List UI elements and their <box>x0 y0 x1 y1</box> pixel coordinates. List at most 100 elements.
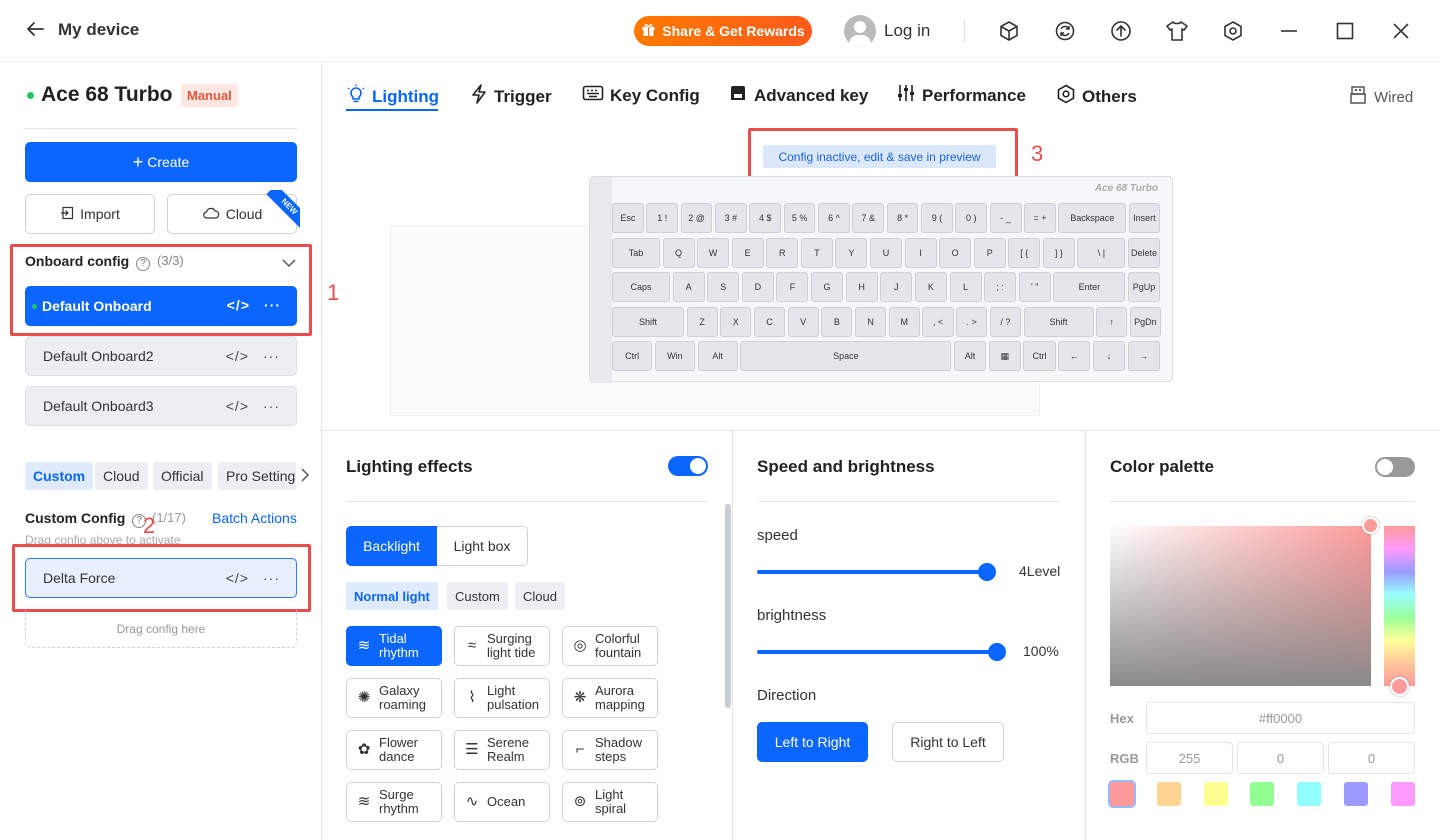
key-shift[interactable]: Shift <box>1023 306 1094 337</box>
key-space[interactable]: Space <box>740 341 952 371</box>
key-d[interactable]: D <box>741 272 774 302</box>
source-cloud[interactable]: Cloud <box>515 582 565 610</box>
color-picker-handle[interactable] <box>1362 517 1379 534</box>
key-f[interactable]: F <box>776 272 809 302</box>
key-shift[interactable]: Shift <box>612 306 684 337</box>
effect-serene-realm[interactable]: ☰ Serene Realm <box>454 730 550 770</box>
key-v[interactable]: V <box>787 306 819 337</box>
tab-custom[interactable]: Custom <box>25 462 94 490</box>
key-win[interactable]: Win <box>654 341 695 371</box>
code-icon[interactable]: </> <box>226 398 249 414</box>
key-enter[interactable]: Enter <box>1053 272 1126 302</box>
tab-cloud[interactable]: Cloud <box>95 462 148 490</box>
key-3-[interactable]: 3 # <box>715 203 747 233</box>
key-a[interactable]: A <box>672 272 705 302</box>
key-t[interactable]: T <box>800 237 833 268</box>
key--[interactable]: = + <box>1024 203 1056 233</box>
direction-left-to-right[interactable]: Left to Right <box>757 722 868 762</box>
key-j[interactable]: J <box>880 272 913 302</box>
key-alt[interactable]: Alt <box>697 341 738 371</box>
key-esc[interactable]: Esc <box>612 203 644 233</box>
back-arrow-icon[interactable] <box>24 18 46 44</box>
key-6-[interactable]: 6 ^ <box>818 203 850 233</box>
key-m[interactable]: M <box>888 306 920 337</box>
color-swatch[interactable] <box>1344 782 1368 806</box>
close-icon[interactable] <box>1388 18 1414 44</box>
effect-light-pulsation[interactable]: ⌇ Light pulsation <box>454 678 550 718</box>
key-e[interactable]: E <box>731 237 764 268</box>
hue-slider[interactable] <box>1384 526 1415 686</box>
more-icon[interactable]: ··· <box>263 398 280 414</box>
key--[interactable]: \ | <box>1077 237 1126 268</box>
onboard-item-2[interactable]: Default Onboard2 </> ··· <box>25 336 297 376</box>
tab-pro-settings[interactable]: Pro Settings <box>218 462 296 490</box>
effect-light-spiral[interactable]: ⊚ Light spiral <box>562 782 658 822</box>
key-tab[interactable]: Tab <box>612 237 660 268</box>
key-r[interactable]: R <box>766 237 799 268</box>
effect-aurora-mapping[interactable]: ❋ Aurora mapping <box>562 678 658 718</box>
code-icon[interactable]: </> <box>226 348 249 364</box>
key--[interactable]: ; : <box>984 272 1017 302</box>
color-swatch[interactable] <box>1156 782 1181 806</box>
source-normal-light[interactable]: Normal light <box>346 582 438 610</box>
rgb-red-input[interactable]: 255 <box>1146 742 1233 774</box>
color-swatch[interactable] <box>1250 782 1275 806</box>
mode-light-box[interactable]: Light box <box>437 526 528 566</box>
drop-zone[interactable]: Drag config here <box>25 610 297 648</box>
key-pgup[interactable]: PgUp <box>1127 272 1160 302</box>
speed-slider-knob[interactable] <box>978 563 997 581</box>
create-button[interactable]: + Create <box>25 142 297 182</box>
onboard-item-3[interactable]: Default Onboard3 </> ··· <box>25 386 297 426</box>
direction-right-to-left[interactable]: Right to Left <box>892 722 1004 762</box>
maximize-icon[interactable] <box>1332 18 1358 44</box>
key-z[interactable]: Z <box>686 306 718 337</box>
tab-key-config[interactable]: Key Config <box>582 84 700 107</box>
key--[interactable]: [ { <box>1008 237 1041 268</box>
avatar[interactable] <box>844 15 876 47</box>
effect-flower-dance[interactable]: ✿ Flower dance <box>346 730 442 770</box>
effect-shadow-steps[interactable]: ⌐ Shadow steps <box>562 730 658 770</box>
key--[interactable]: ← <box>1058 341 1091 371</box>
key-o[interactable]: O <box>939 237 972 268</box>
key-ctrl[interactable]: Ctrl <box>1023 341 1056 371</box>
key--[interactable]: ↑ <box>1096 306 1128 337</box>
effect-tidal-rhythm[interactable]: ≋ Tidal rhythm <box>346 626 442 666</box>
effect-ocean[interactable]: ∿ Ocean <box>454 782 550 822</box>
tshirt-icon[interactable] <box>1164 18 1190 44</box>
effects-scrollbar[interactable] <box>725 504 731 708</box>
key-g[interactable]: G <box>811 272 844 302</box>
key--[interactable]: ↓ <box>1092 341 1126 371</box>
key-4-[interactable]: 4 $ <box>749 203 782 233</box>
lighting-effects-toggle[interactable] <box>668 456 708 476</box>
color-swatch[interactable] <box>1390 782 1415 806</box>
key--[interactable]: ] } <box>1042 237 1075 268</box>
key-b[interactable]: B <box>821 306 853 337</box>
key-5-[interactable]: 5 % <box>783 203 816 233</box>
key-delete[interactable]: Delete <box>1128 237 1161 268</box>
color-swatch[interactable] <box>1297 782 1322 806</box>
key-backspace[interactable]: Backspace <box>1058 203 1126 233</box>
effect-surge-rhythm[interactable]: ≋ Surge rhythm <box>346 782 442 822</box>
tab-advanced-key[interactable]: Advanced key <box>728 84 868 107</box>
key--[interactable]: - _ <box>989 203 1022 233</box>
batch-actions-link[interactable]: Batch Actions <box>212 510 297 526</box>
key--[interactable]: ' " <box>1018 272 1051 302</box>
key-h[interactable]: H <box>845 272 878 302</box>
hex-input[interactable]: #ff0000 <box>1146 702 1415 734</box>
key-w[interactable]: W <box>697 237 730 268</box>
key-c[interactable]: C <box>753 306 786 337</box>
effect-galaxy-roaming[interactable]: ✺ Galaxy roaming <box>346 678 442 718</box>
more-icon[interactable]: ··· <box>263 348 280 364</box>
key-8-[interactable]: 8 * <box>886 203 919 233</box>
key-p[interactable]: P <box>973 237 1006 268</box>
tab-lighting[interactable]: Lighting <box>346 84 439 109</box>
source-custom[interactable]: Custom <box>447 582 508 610</box>
key-n[interactable]: N <box>855 306 887 337</box>
share-rewards-button[interactable]: Share & Get Rewards <box>634 16 812 46</box>
key-l[interactable]: L <box>949 272 982 302</box>
key-caps[interactable]: Caps <box>612 272 671 302</box>
import-button[interactable]: Import <box>25 194 155 234</box>
rgb-green-input[interactable]: 0 <box>1237 742 1324 774</box>
minimize-icon[interactable] <box>1276 18 1302 44</box>
key-insert[interactable]: Insert <box>1128 203 1161 233</box>
